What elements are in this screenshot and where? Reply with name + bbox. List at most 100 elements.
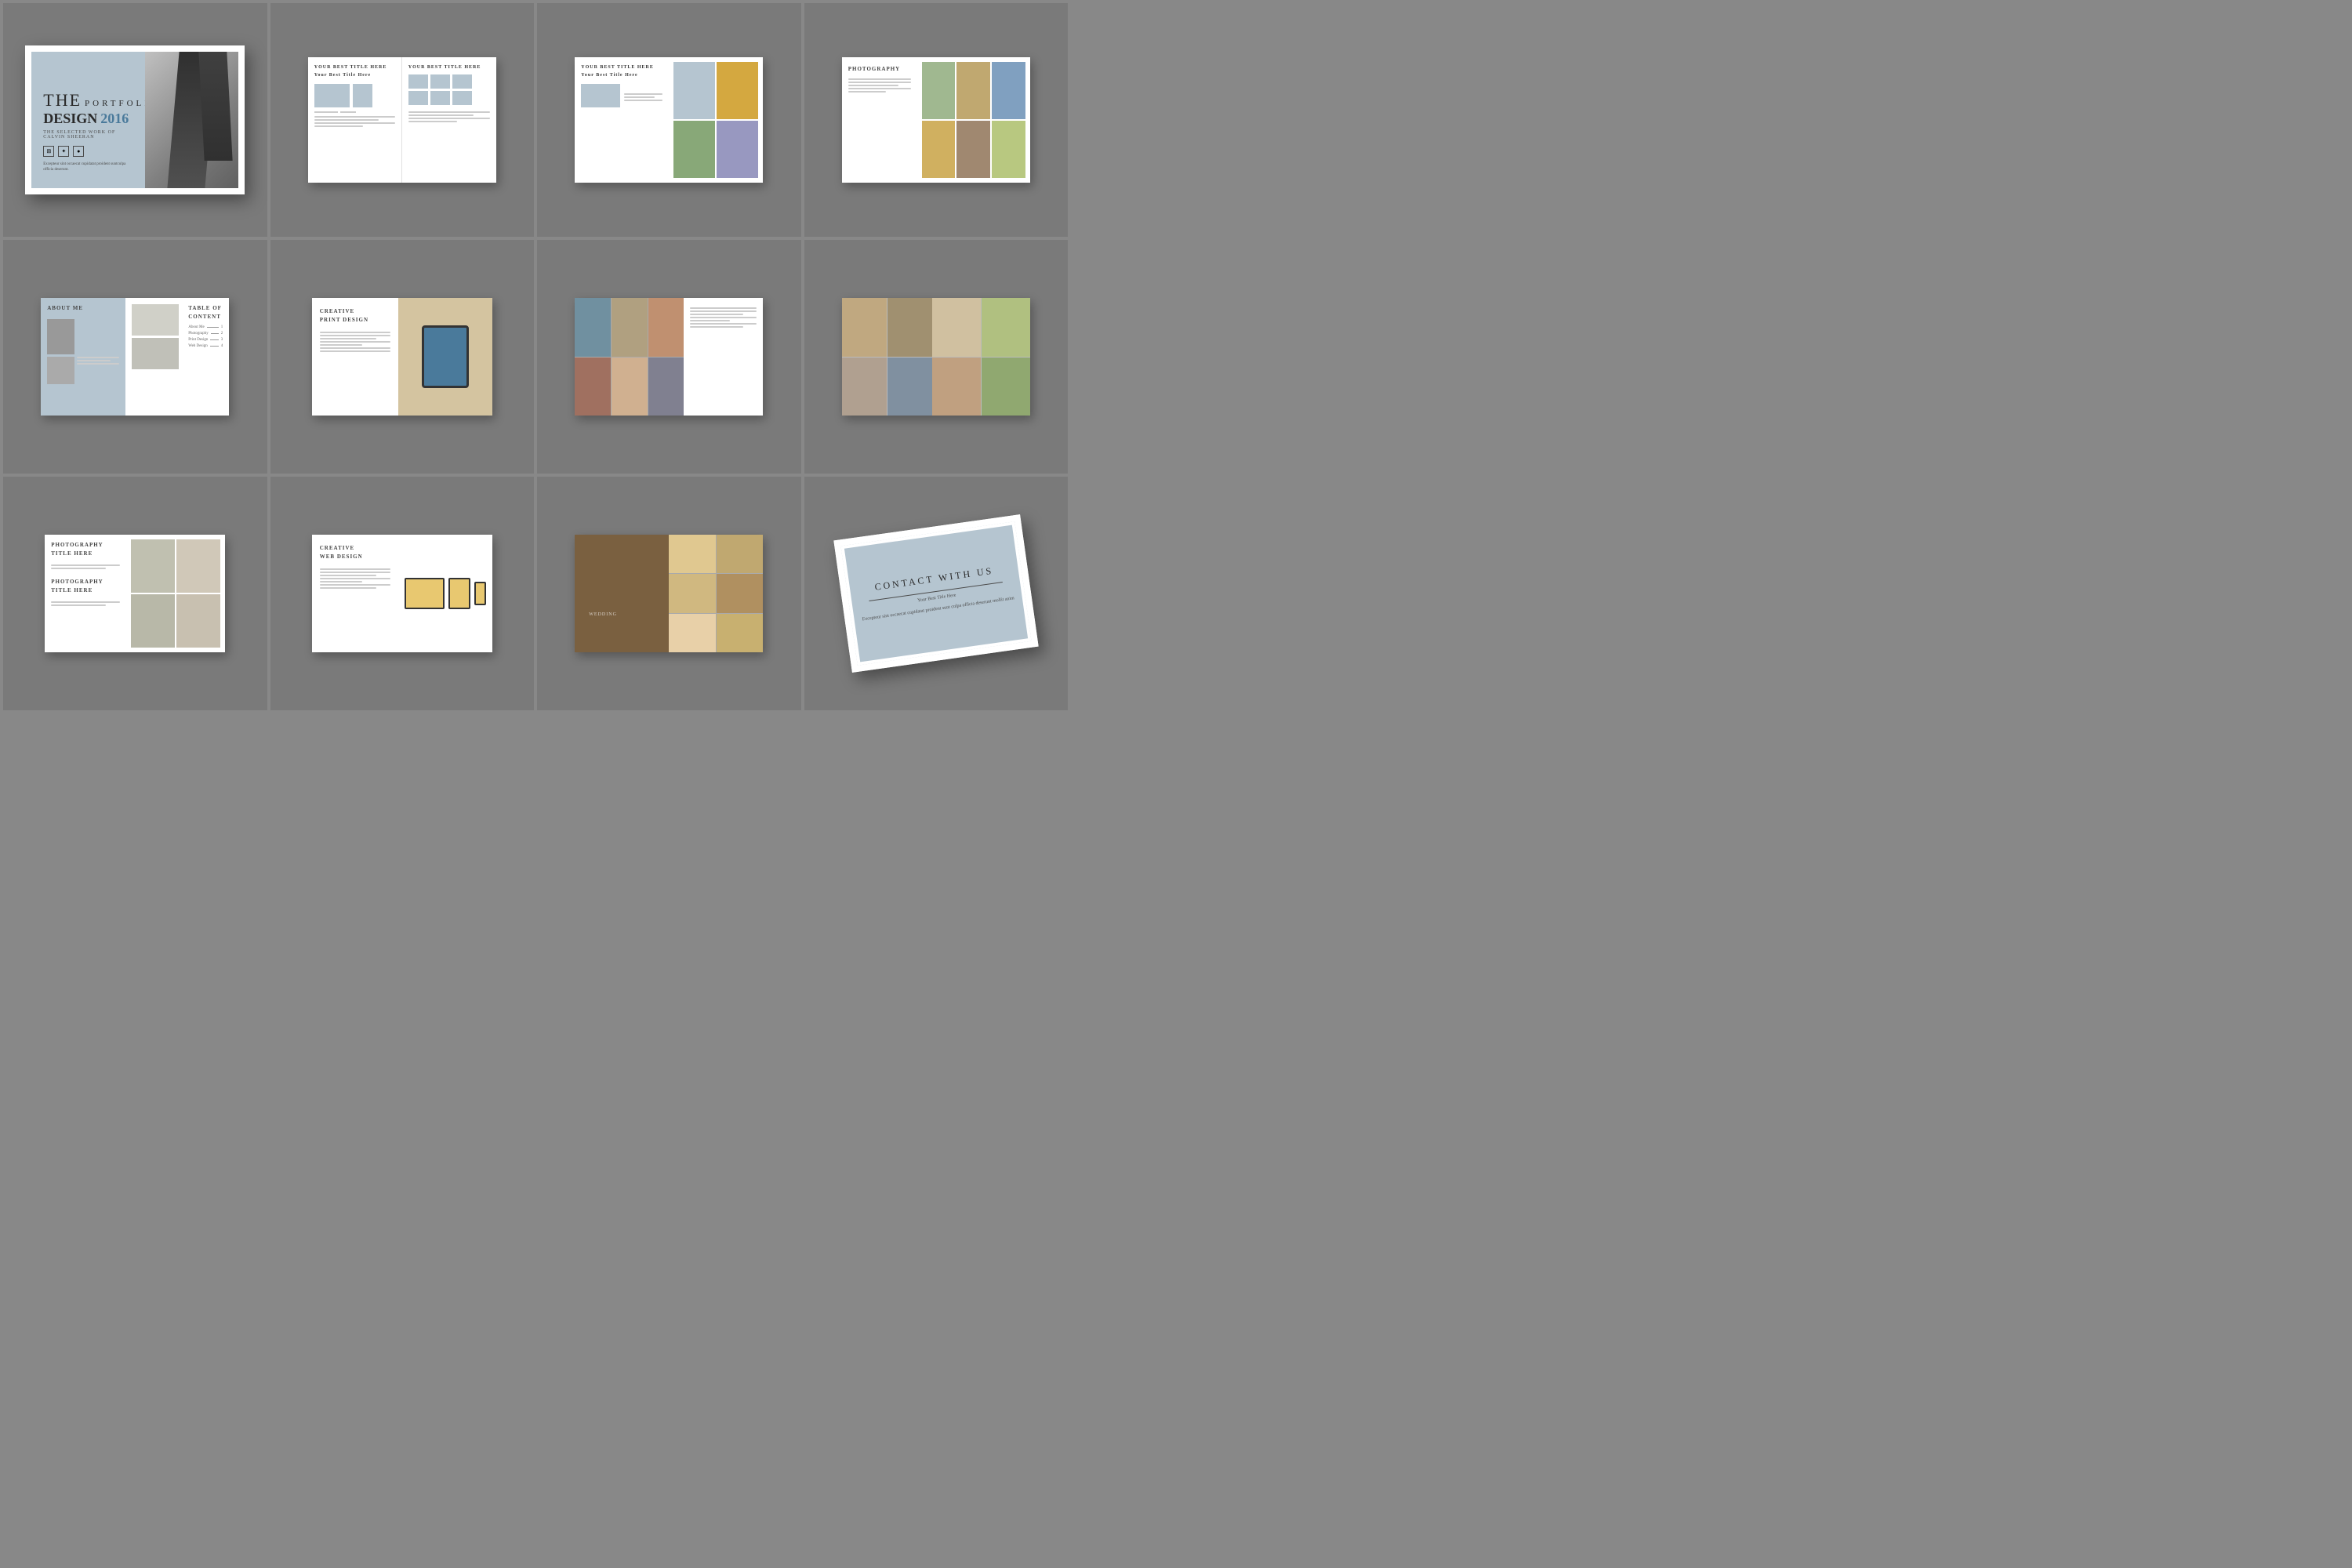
wl1 xyxy=(320,568,390,570)
tech-devices-left xyxy=(314,84,395,107)
wl5 xyxy=(320,581,362,583)
fashion-t4 xyxy=(575,358,611,416)
a1 xyxy=(77,357,119,358)
cover-title-the: THE xyxy=(43,90,82,111)
wl7 xyxy=(320,587,376,589)
pr3 xyxy=(320,338,376,339)
cover-title-design: DESIGN xyxy=(43,111,97,127)
small-device-1 xyxy=(408,74,428,89)
fashion-mockup xyxy=(575,298,763,416)
trs-row-1 xyxy=(581,84,662,107)
wd2-t2 xyxy=(717,535,764,573)
cover-title-year: 2016 xyxy=(100,111,129,127)
pr2 xyxy=(320,335,390,336)
toc-number-3: 3 xyxy=(221,338,223,342)
wd2-t4 xyxy=(717,574,764,612)
tech-page-title-2: YOUR BEST TITLE HERE xyxy=(408,65,490,70)
toc-item-label-2: Photography xyxy=(188,332,209,336)
web-phone-device xyxy=(474,582,486,605)
toc-line-2: Photography 2 xyxy=(188,332,223,336)
pr6 xyxy=(320,347,390,349)
trs-lines xyxy=(581,84,662,107)
tech-page-title-1: YOUR BEST TITLE HERE xyxy=(314,65,395,70)
ft3 xyxy=(690,314,743,315)
wl-t4 xyxy=(887,358,932,416)
fashion-t6 xyxy=(648,358,684,416)
wr-t4 xyxy=(982,358,1030,416)
tech-spread-left: YOUR BEST TITLE HERE Your Best Title Her… xyxy=(308,57,402,183)
toc-section: TABLE OF CONTENT About Me 1 Photography … xyxy=(183,304,223,409)
cell-print-design: CREATIVE PRINT DESIGN xyxy=(270,240,535,474)
toc-item-label-1: About Me xyxy=(188,325,204,329)
cell-wedding-2: WEDDING xyxy=(537,477,801,710)
web-monitor-device xyxy=(405,578,445,609)
trs-title: YOUR BEST TITLE HERE xyxy=(581,65,662,70)
ft1 xyxy=(690,307,757,309)
a2 xyxy=(77,360,111,361)
small-device-6 xyxy=(452,91,472,105)
pm-l4 xyxy=(51,604,106,606)
cover-subtitle: THE SELECTED WORK OF CALVIN SHEERAN xyxy=(43,130,133,140)
pds-t2 xyxy=(956,62,990,119)
printm-text-1 xyxy=(51,564,120,569)
printm-title-2: PHOTOGRAPHY TITLE HERE xyxy=(51,578,120,594)
toc-dots-3 xyxy=(210,339,218,340)
pds-t5 xyxy=(956,121,990,178)
wl4 xyxy=(320,578,390,579)
trs-laptop xyxy=(581,84,620,107)
fashion-t3 xyxy=(648,298,684,357)
sketch-item-2 xyxy=(132,338,179,369)
fashion-right-panel xyxy=(684,298,763,416)
pm-item-4 xyxy=(176,594,220,648)
about-photos xyxy=(47,319,119,384)
ft5 xyxy=(690,320,730,321)
pm-item-2 xyxy=(176,539,220,593)
about-me-mockup: ABOUT ME xyxy=(41,298,229,416)
trs-thumb-3 xyxy=(673,121,715,178)
text-line-r4 xyxy=(408,121,457,122)
toc-number-1: 1 xyxy=(221,325,223,329)
cell-contact: CONTACT WITH US Your Best Title Here Exc… xyxy=(804,477,1069,710)
wl-t3 xyxy=(842,358,887,416)
wr-t2 xyxy=(982,298,1030,357)
cover-body-text: Excepteur sint occaecat cupidatat proide… xyxy=(43,162,133,172)
about-portrait-1 xyxy=(47,319,74,354)
cover-icons: ⊞ ✦ ● xyxy=(43,146,133,157)
wedding-2-mockup: WEDDING xyxy=(575,535,763,652)
web-right-page xyxy=(398,535,492,652)
device-line-1 xyxy=(314,111,338,113)
wed2-right-panel xyxy=(669,535,763,652)
cover-book-mockup: THE PORTFOLIO DESIGN 2016 THE SELECTED W… xyxy=(25,45,245,194)
pds-right-page xyxy=(917,57,1030,183)
tech-spread-2-mockup: YOUR BEST TITLE HERE Your Best Title Her… xyxy=(575,57,763,183)
toc-title: TABLE OF CONTENT xyxy=(188,304,223,321)
printm-title-1: PHOTOGRAPHY TITLE HERE xyxy=(51,541,120,557)
cover-icon-1: ⊞ xyxy=(43,146,54,157)
ft7 xyxy=(690,326,743,328)
pm-item-1 xyxy=(131,539,175,593)
about-left-panel: ABOUT ME xyxy=(41,298,125,416)
pm-l1 xyxy=(51,564,120,566)
wl6 xyxy=(320,584,390,586)
cover-icon-2: ✦ xyxy=(58,146,69,157)
tech-right-devices xyxy=(408,74,490,105)
text-line-r3 xyxy=(408,118,490,119)
pl3 xyxy=(848,85,898,86)
text-line-4 xyxy=(314,125,363,127)
trs-thumb-1 xyxy=(673,62,715,119)
cell-about-me: ABOUT ME xyxy=(3,240,267,474)
web-left-page: CREATIVE WEB DESIGN xyxy=(312,535,398,652)
cover-icon-3: ● xyxy=(73,146,84,157)
ft4 xyxy=(690,317,757,318)
wedding-left-panel xyxy=(842,298,932,416)
toc-item-label-4: Web Design xyxy=(188,344,207,348)
trs-left-page: YOUR BEST TITLE HERE Your Best Title Her… xyxy=(575,57,669,183)
text-line-1 xyxy=(314,116,395,118)
contact-book-mockup: CONTACT WITH US Your Best Title Here Exc… xyxy=(833,514,1038,673)
t1 xyxy=(624,93,662,95)
pm-item-3 xyxy=(131,594,175,648)
web-subtitle: WEB DESIGN xyxy=(320,553,390,561)
cell-print-mockup: PHOTOGRAPHY TITLE HERE PHOTOGRAPHY TITLE… xyxy=(3,477,267,710)
pds-left-page: PHOTOGRAPHY xyxy=(842,57,917,183)
tablet-mockup-element xyxy=(422,325,469,388)
